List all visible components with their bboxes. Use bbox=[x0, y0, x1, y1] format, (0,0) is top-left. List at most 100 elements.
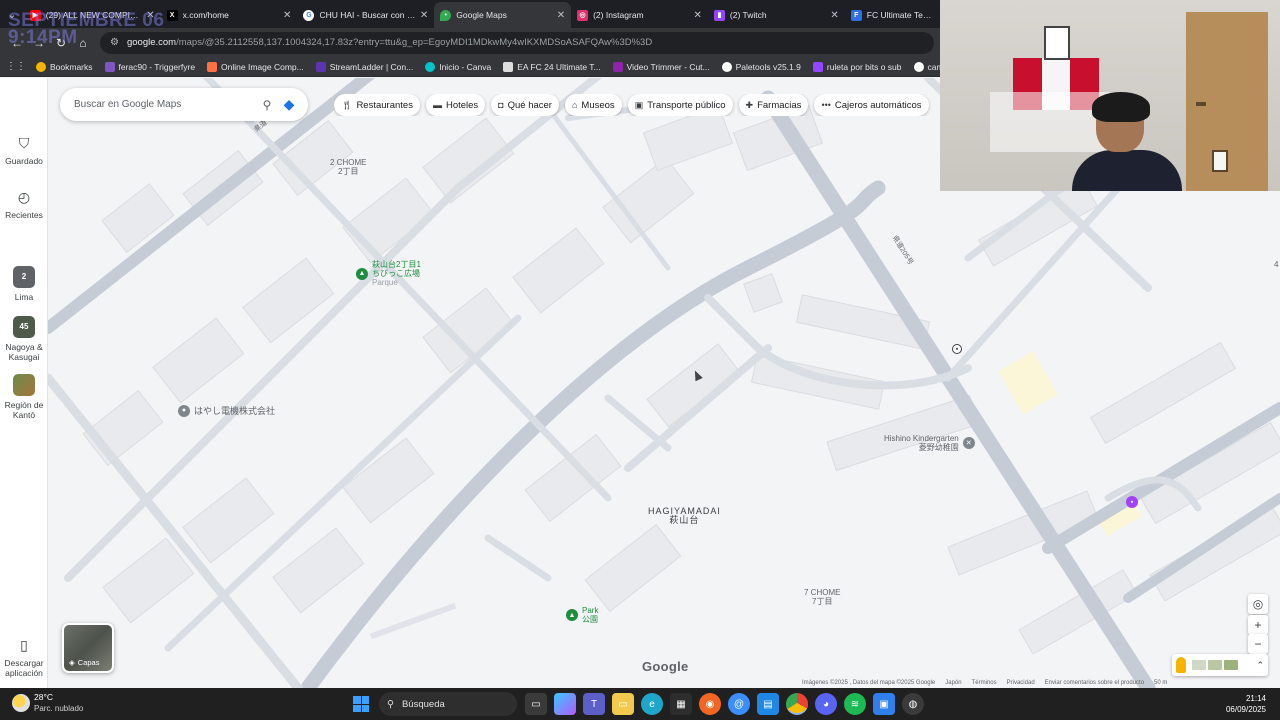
weather-widget[interactable]: 28°C Parc. nublado bbox=[12, 692, 83, 714]
bookmark-item[interactable]: Bookmarks bbox=[36, 61, 93, 72]
rail-guardado[interactable]: ⛉ Guardado bbox=[0, 134, 48, 166]
bookmark-item[interactable]: camara cel bbox=[913, 61, 940, 72]
bookmark-item[interactable]: StreamLadder | Con... bbox=[315, 61, 413, 72]
close-icon[interactable]: ✕ bbox=[283, 10, 291, 21]
copilot-icon[interactable] bbox=[554, 693, 576, 715]
chip-que-hacer[interactable]: ◘ Qué hacer bbox=[491, 94, 559, 116]
tab-title: Google Maps bbox=[456, 10, 507, 20]
system-clock[interactable]: 21:14 06/09/2025 bbox=[1226, 693, 1266, 715]
layers-button[interactable]: ◈ Capas bbox=[62, 623, 114, 673]
app-window-icon[interactable]: ▣ bbox=[873, 693, 895, 715]
chevron-up-icon[interactable]: ⌃ bbox=[1256, 660, 1264, 671]
tab-google-search[interactable]: G CHU HAI - Buscar con Go ✕ bbox=[297, 2, 434, 28]
chip-museos[interactable]: ⌂ Museos bbox=[564, 94, 622, 116]
bookmark-label: Paletools v25.1.9 bbox=[735, 61, 801, 72]
bookmark-item[interactable]: ruleta por bits o sub bbox=[812, 61, 902, 72]
bookmark-label: Inicio - Canva bbox=[439, 61, 492, 72]
bookmark-item[interactable]: Inicio - Canva bbox=[425, 61, 492, 72]
task-view-icon[interactable]: ▭ bbox=[525, 693, 547, 715]
poi-park-1[interactable]: ▲ 萩山台2丁目1 ちびっこ広場 Parque bbox=[356, 260, 421, 287]
bookmark-item[interactable]: EA FC 24 Ultimate T... bbox=[503, 61, 601, 72]
mail-icon[interactable]: @ bbox=[728, 693, 750, 715]
chip-farmacias[interactable]: ✚ Farmacias bbox=[738, 94, 809, 116]
chip-cajeros[interactable]: ••• Cajeros automáticos bbox=[814, 94, 929, 116]
traffic-thumb[interactable] bbox=[1208, 660, 1222, 670]
search-icon: ⚲ bbox=[387, 698, 394, 710]
star-icon bbox=[36, 61, 46, 72]
app-blue-icon[interactable]: ▤ bbox=[757, 693, 779, 715]
edge-number-label: 4 bbox=[1274, 260, 1278, 269]
zoom-in-button[interactable]: + bbox=[1248, 615, 1268, 635]
camera-icon: ◘ bbox=[498, 100, 504, 110]
poi-purple[interactable]: ▪ bbox=[1126, 496, 1142, 508]
poi-park-2[interactable]: ▲ Park 公園 bbox=[566, 606, 598, 624]
chip-restaurantes[interactable]: 🍴︎ Restaurantes bbox=[334, 94, 420, 116]
bookmark-label: ruleta por bits o sub bbox=[826, 61, 902, 72]
streamer bbox=[1072, 92, 1182, 191]
poi-name: ちびっこ広場 bbox=[372, 269, 420, 278]
close-icon[interactable]: ✕ bbox=[557, 10, 565, 21]
rail-nagoya[interactable]: 45 Nagoya & Kasugai bbox=[0, 316, 48, 362]
attribution-country[interactable]: Japón bbox=[945, 680, 961, 688]
chip-label: Transporte público bbox=[647, 99, 726, 111]
tree-icon: ▲ bbox=[356, 267, 368, 280]
rail-descargar[interactable]: ▯ Descargar aplicación bbox=[0, 636, 48, 678]
close-icon[interactable]: ✕ bbox=[830, 10, 838, 21]
bookmark-favicon-icon bbox=[207, 61, 218, 72]
rail-kanto[interactable]: Región de Kantō bbox=[0, 374, 48, 420]
start-button[interactable] bbox=[350, 693, 372, 715]
tab-fc-ultimate[interactable]: F FC Ultimate Team bbox=[845, 2, 940, 28]
maps-search-input[interactable] bbox=[74, 99, 256, 110]
tab-twitch[interactable]: ▮ (2) Twitch ✕ bbox=[708, 2, 845, 28]
rail-lima[interactable]: 2 Lima bbox=[0, 266, 48, 302]
app-orange-icon[interactable]: ◉ bbox=[699, 693, 721, 715]
rail-label: Nagoya & Kasugai bbox=[5, 342, 43, 362]
file-explorer-icon[interactable]: ▭ bbox=[612, 693, 634, 715]
close-icon[interactable]: ✕ bbox=[694, 10, 702, 21]
instagram-icon: ◎ bbox=[577, 9, 589, 21]
tab-instagram[interactable]: ◎ (2) Instagram ✕ bbox=[571, 2, 708, 28]
close-icon[interactable]: ✕ bbox=[420, 10, 428, 21]
tab-x[interactable]: X x.com/home ✕ bbox=[161, 2, 298, 28]
obs-icon[interactable]: ◍ bbox=[902, 693, 924, 715]
layers-text: Capas bbox=[77, 658, 100, 667]
twitch-icon: ▮ bbox=[713, 9, 725, 21]
chip-transporte[interactable]: ▣ Transporte público bbox=[627, 94, 733, 116]
area-label-text: 2 CHOME bbox=[330, 158, 367, 167]
bookmark-item[interactable]: Paletools v25.1.9 bbox=[721, 61, 801, 72]
apps-grid-icon[interactable]: ⋮⋮ bbox=[6, 61, 26, 72]
directions-icon[interactable]: ◆ bbox=[278, 94, 300, 116]
terms-link[interactable]: Términos bbox=[972, 680, 997, 688]
rail-recientes[interactable]: ◴ Recientes bbox=[0, 188, 48, 220]
chrome-icon[interactable] bbox=[786, 693, 808, 715]
poi-kindergarten[interactable]: Hishino Kindergarten 菱野幼稚園 ✕ bbox=[884, 434, 979, 452]
pegman-icon[interactable] bbox=[1176, 657, 1186, 673]
bookmark-item[interactable]: ferac90 - Triggerfyre bbox=[104, 61, 195, 72]
spotify-icon[interactable]: ≋ bbox=[844, 693, 866, 715]
zoom-out-button[interactable]: − bbox=[1248, 634, 1268, 654]
search-icon[interactable]: ⚲ bbox=[256, 94, 278, 116]
scale-label[interactable]: 50 m bbox=[1154, 680, 1167, 688]
teams-icon[interactable]: T bbox=[583, 693, 605, 715]
taskbar-search[interactable]: ⚲ Búsqueda bbox=[379, 692, 517, 716]
poi-bus-stop[interactable]: ▪ bbox=[952, 344, 966, 354]
edge-icon[interactable]: e bbox=[641, 693, 663, 715]
url-bar[interactable]: ⚙ google.com/maps/@35.2112558,137.100432… bbox=[100, 31, 934, 54]
area-label-2chome: 2 CHOME 2丁目 bbox=[330, 158, 366, 176]
store-icon[interactable]: ▦ bbox=[670, 693, 692, 715]
bookmark-item[interactable]: Video Trimmer - Cut... bbox=[612, 61, 710, 72]
privacy-link[interactable]: Privacidad bbox=[1007, 680, 1035, 688]
bookmark-favicon-icon bbox=[913, 61, 924, 72]
poi-label: Hishino Kindergarten 菱野幼稚園 bbox=[884, 434, 959, 452]
chip-hoteles[interactable]: ▬ Hoteles bbox=[425, 94, 486, 116]
my-location-button[interactable]: ◎ bbox=[1248, 594, 1268, 614]
feedback-link[interactable]: Enviar comentarios sobre el producto bbox=[1045, 680, 1144, 688]
bookmark-item[interactable]: Online Image Comp... bbox=[207, 61, 304, 72]
discord-icon[interactable]: ◕ bbox=[815, 693, 837, 715]
rail-label: Lima bbox=[14, 292, 34, 302]
transit-thumb[interactable] bbox=[1224, 660, 1238, 670]
terrain-thumb[interactable] bbox=[1192, 660, 1206, 670]
poi-name: Park bbox=[582, 606, 599, 615]
poi-hayashi[interactable]: ● はやし電機株式会社 bbox=[178, 404, 275, 417]
tab-google-maps[interactable]: • Google Maps ✕ bbox=[434, 2, 572, 28]
